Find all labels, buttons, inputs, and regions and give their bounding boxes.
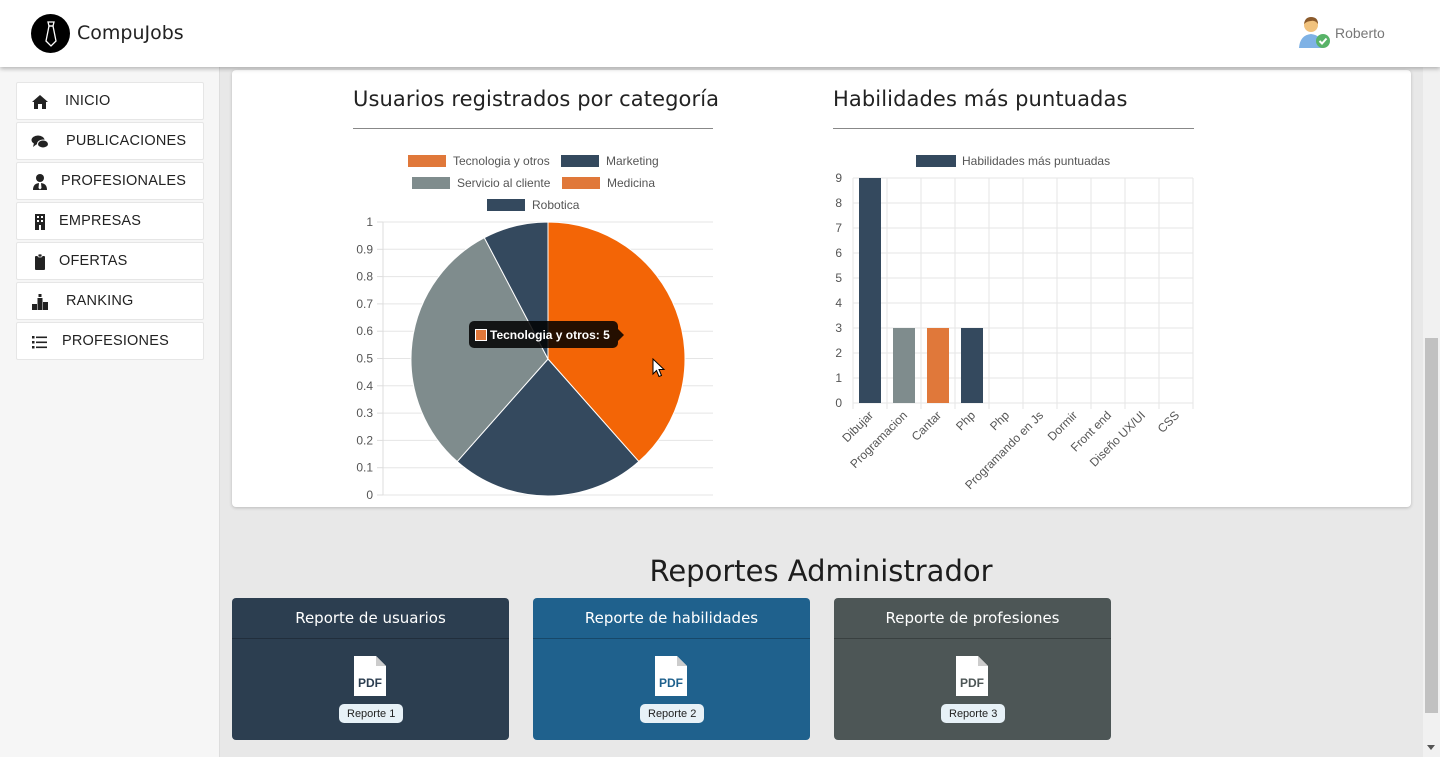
report-3-button[interactable]: Reporte 3 <box>941 704 1006 723</box>
scroll-thumb[interactable] <box>1425 338 1438 713</box>
report-1-button[interactable]: Reporte 1 <box>339 704 404 723</box>
bar-chart[interactable]: Habilidades más puntuadas0123456789Dibuj… <box>835 154 1194 492</box>
svg-text:PDF: PDF <box>659 676 683 690</box>
x-tick-label: CSS <box>1155 408 1182 435</box>
user-avatar-icon[interactable] <box>1297 15 1331 49</box>
y-tick-label: 5 <box>835 271 842 285</box>
bar <box>859 178 881 403</box>
svg-text:PDF: PDF <box>358 676 382 690</box>
bar <box>893 328 915 403</box>
legend-swatch <box>916 155 956 167</box>
legend-label: Tecnologia y otros <box>453 154 550 168</box>
report-heading: Reporte de profesiones <box>834 598 1111 639</box>
y-tick-label: 6 <box>835 246 842 260</box>
y-tick-label: 0 <box>366 488 373 502</box>
y-tick-label: 0.8 <box>356 270 373 284</box>
x-tick-label: Php <box>953 408 978 433</box>
y-tick-label: 4 <box>835 296 842 310</box>
pdf-file-icon[interactable]: PDF <box>352 654 388 698</box>
y-tick-label: 7 <box>835 221 842 235</box>
y-tick-label: 0 <box>835 396 842 410</box>
scroll-down-arrow-icon[interactable] <box>1427 745 1435 750</box>
x-tick-label: Cantar <box>909 408 944 443</box>
pdf-file-icon[interactable]: PDF <box>954 654 990 698</box>
y-tick-label: 0.4 <box>356 379 373 393</box>
legend-swatch <box>412 177 450 189</box>
top-navbar: CompuJobs Roberto <box>0 0 1440 67</box>
page-scrollbar[interactable] <box>1423 0 1440 757</box>
legend-swatch <box>561 155 599 167</box>
y-tick-label: 0.3 <box>356 406 373 420</box>
pdf-file-icon[interactable]: PDF <box>653 654 689 698</box>
y-tick-label: 0.6 <box>356 324 373 338</box>
brand-logo[interactable] <box>31 14 70 53</box>
bar <box>961 328 983 403</box>
svg-text:PDF: PDF <box>960 676 984 690</box>
legend-label: Marketing <box>606 154 659 168</box>
chart-tooltip: Tecnologia y otros: 5 <box>469 321 624 348</box>
bar <box>927 328 949 403</box>
legend-label: Habilidades más puntuadas <box>962 154 1110 168</box>
y-tick-label: 0.2 <box>356 433 373 447</box>
y-tick-label: 3 <box>835 321 842 335</box>
y-tick-label: 1 <box>835 371 842 385</box>
legend-swatch <box>408 155 446 167</box>
tooltip-swatch <box>475 328 487 341</box>
legend-swatch <box>487 199 525 211</box>
x-tick-label: Php <box>987 408 1012 433</box>
legend-label: Robotica <box>532 198 580 212</box>
mouse-cursor-icon <box>652 358 666 378</box>
y-tick-label: 0.9 <box>356 242 373 256</box>
y-tick-label: 2 <box>835 346 842 360</box>
y-tick-label: 8 <box>835 196 842 210</box>
legend-label: Medicina <box>607 176 655 190</box>
tooltip-text: Tecnologia y otros: 5 <box>490 327 610 342</box>
legend-label: Servicio al cliente <box>457 176 551 190</box>
legend-swatch <box>562 177 600 189</box>
report-heading: Reporte de usuarios <box>232 598 509 639</box>
report-heading: Reporte de habilidades <box>533 598 810 639</box>
reports-title: Reportes Administrador <box>649 554 993 588</box>
y-tick-label: 0.1 <box>356 461 373 475</box>
y-tick-label: 0.7 <box>356 297 373 311</box>
y-tick-label: 0.5 <box>356 352 373 366</box>
brand-name[interactable]: CompuJobs <box>77 22 184 44</box>
y-tick-label: 9 <box>835 171 842 185</box>
y-tick-label: 1 <box>366 215 373 229</box>
report-2-button[interactable]: Reporte 2 <box>640 704 705 723</box>
user-name[interactable]: Roberto <box>1335 25 1385 41</box>
tie-icon <box>44 20 57 47</box>
